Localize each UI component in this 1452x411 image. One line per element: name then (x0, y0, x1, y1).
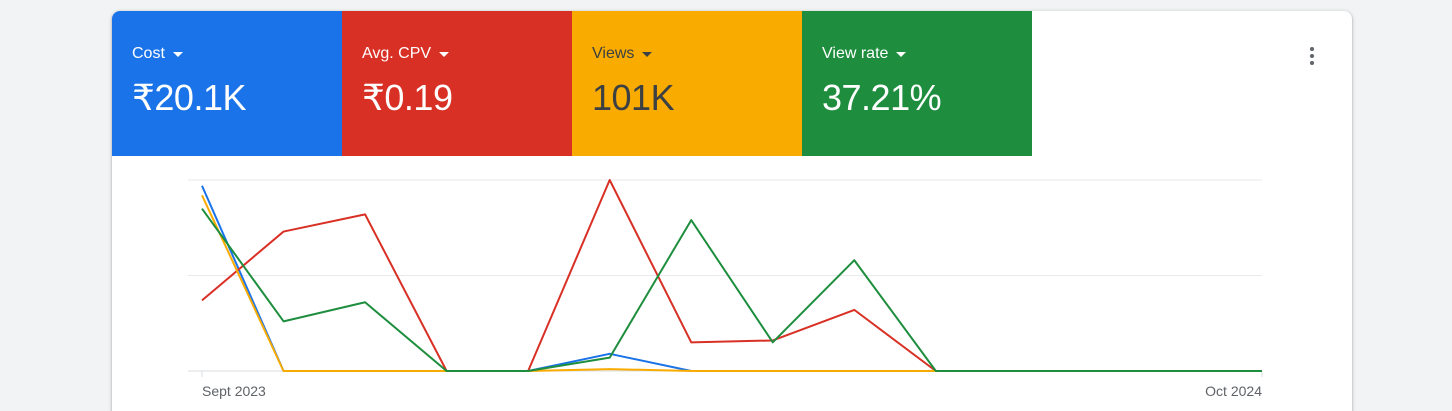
line-chart: Sept 2023 Oct 2024 (188, 179, 1263, 399)
x-tick-label-end: Oct 2024 (1205, 383, 1262, 399)
series-line-cost (201, 185, 1262, 372)
x-tick-label-start: Sept 2023 (202, 383, 266, 399)
x-axis-labels: Sept 2023 Oct 2024 (202, 383, 1262, 399)
chart-gridlines (188, 179, 1263, 377)
series-line-view-rate (201, 208, 1262, 372)
metrics-card: Cost ₹20.1K Avg. CPV ₹0.19 Views 101K Vi… (112, 11, 1352, 411)
series-line-views (201, 194, 1262, 372)
